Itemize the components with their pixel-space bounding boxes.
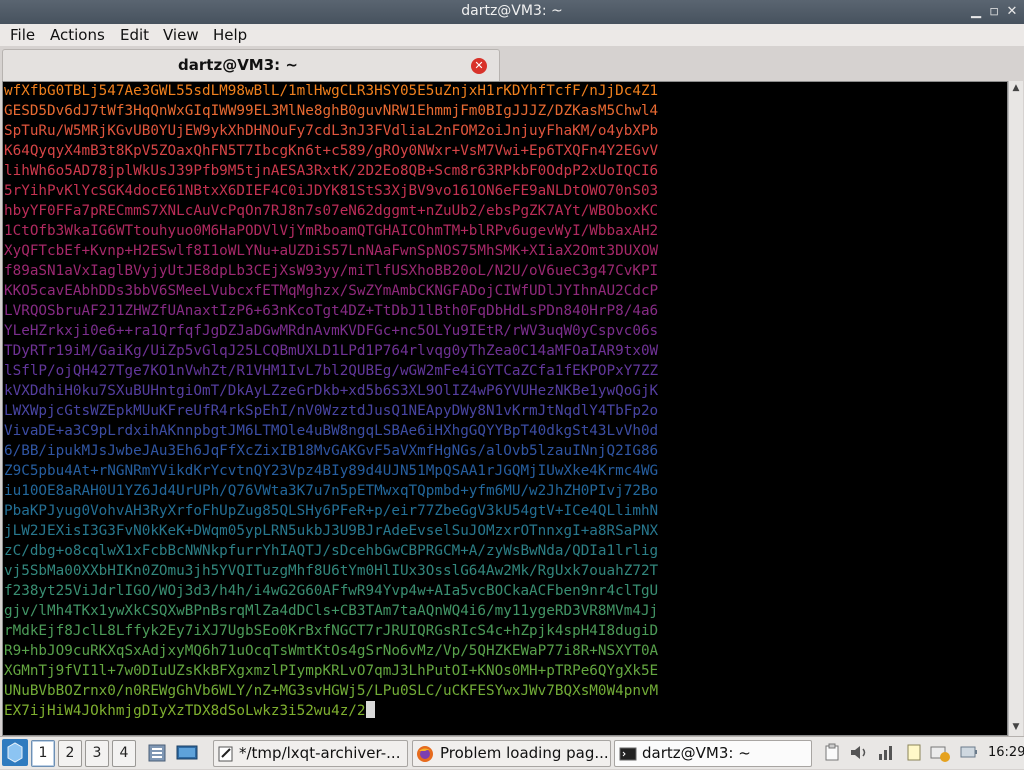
menu-actions[interactable]: Actions — [50, 26, 105, 44]
terminal-line: lSflP/ojQH427Tge7KO1nVwhZt/R1VHM1IvL7bl2… — [4, 363, 659, 379]
terminal-line: UNuBVbBOZrnx0/n0REWgGhVb6WLY/nZ+MG3svHGW… — [4, 683, 659, 699]
terminal-line: EX7ijHiW4JOkhmjgDIyXzTDX8dSoLwkz3i52wu4z… — [4, 701, 375, 721]
terminal-line: XyQFTcbEf+Kvnp+H2ESwlf8I1oWLYNu+aUZDiS57… — [4, 243, 659, 259]
terminal-line: vj5SbMa00XXbHIKn0ZOmu3jh5YVQITuzgMhf8U6t… — [4, 563, 659, 579]
terminal-line: K64QyqyX4mB3t8KpV5ZOaxQhFN5T7IbcgKn6t+c5… — [4, 143, 659, 159]
terminal-output[interactable]: wfXfbG0TBLj547Ae3GWL55sdLM98wBlL/1mlHwgC… — [2, 81, 1008, 736]
terminal-line: GESD5Dv6dJ7tWf3HqQnWxGIqIWW99EL3MlNe8ghB… — [4, 103, 659, 119]
desktop-2[interactable]: 2 — [58, 740, 82, 767]
terminal-line: 1CtOfb3WkaIG6WTtouhyuo0M6HaPODVlVjYmRboa… — [4, 223, 659, 239]
terminal-line: 5rYihPvKlYcSGK4docE61NBtxX6DIEF4C0iJDYK8… — [4, 183, 659, 199]
volume-icon[interactable] — [848, 740, 870, 765]
notes-icon[interactable] — [904, 740, 924, 765]
menu-view[interactable]: View — [163, 26, 199, 44]
app-menu-icon[interactable] — [2, 739, 28, 766]
terminal-line: YLeHZrkxji0e6++ra1QrfqfJgDZJaDGwMRdnAvmK… — [4, 323, 659, 339]
desktop-1[interactable]: 1 — [31, 740, 55, 767]
tab-terminal[interactable]: dartz@VM3: ~ ✕ — [2, 49, 500, 81]
file-manager-icon[interactable] — [146, 740, 168, 765]
terminal-line: LWXWpjcGtsWZEpkMUuKFreUfR4rkSpEhI/nV0Wzz… — [4, 403, 659, 419]
terminal-line: PbaKPJyug0VohvAH3RyXrfoFhUpZug85QLSHy6PF… — [4, 503, 659, 519]
update-icon[interactable] — [928, 740, 952, 765]
clipboard-icon[interactable] — [822, 740, 842, 765]
text-editor-icon — [218, 746, 233, 762]
desktop-3[interactable]: 3 — [85, 740, 109, 767]
terminal-line: XGMnTj9fVI1l+7w0DIuUZsKkBFXgxmzlPIympKRL… — [4, 663, 659, 679]
power-icon[interactable] — [958, 740, 980, 765]
terminal-scrollbar[interactable]: ▲ ▼ — [1008, 81, 1023, 736]
menu-bar: File Actions Edit View Help — [0, 24, 1024, 46]
terminal-cursor — [365, 701, 375, 718]
terminal-line: iu10OE8aRAH0U1YZ6Jd4UrUPh/Q76VWta3K7u7n5… — [4, 483, 659, 499]
terminal-line: f89aSN1aVxIaglBVyjyUtJE8dpLb3CEjXsW93yy/… — [4, 263, 659, 279]
tab-bar: dartz@VM3: ~ ✕ — [0, 46, 1024, 81]
terminal-line: TDyRTr19iM/GaiKg/UiZp5vGlqJ25LCQBmUXLD1L… — [4, 343, 659, 359]
show-desktop-icon[interactable] — [175, 740, 199, 765]
desktop-4[interactable]: 4 — [112, 740, 136, 767]
terminal-line: lihWh6o5AD78jplWkUsJ39Pfb9M5tjnAESA3RxtK… — [4, 163, 659, 179]
task-text-editor[interactable]: */tmp/lxqt-archiver-... — [213, 740, 408, 767]
minimize-icon[interactable]: ▁ — [966, 3, 986, 21]
window-title-bar[interactable]: dartz@VM3: ~ ▁ ◽ ✕ — [0, 0, 1024, 24]
task-label: dartz@VM3: ~ — [642, 744, 751, 762]
clock: 16:29 — [988, 745, 1024, 760]
terminal-line: 6/BB/ipukMJsJwbeJAu3Eh6JqFfXcZixIB18MvGA… — [4, 443, 659, 459]
task-label: */tmp/lxqt-archiver-... — [239, 744, 401, 762]
terminal-line: R9+hbJO9cuRKXqSxAdjxyMQ6h71uOcqTsWmtKtOs… — [4, 643, 659, 659]
terminal-line: kVXDdhiH0ku7SXuBUHntgiOmT/DkAyLZzeGrDkb+… — [4, 383, 659, 399]
menu-file[interactable]: File — [10, 26, 35, 44]
terminal-line: gjv/lMh4TKx1ywXkCSQXwBPnBsrqMlZa4dDCls+C… — [4, 603, 659, 619]
terminal-line: LVRQOSbruAF2J1ZHWZfUAnaxtIzP6+63nKcoTgt4… — [4, 303, 659, 319]
scroll-down-icon[interactable]: ▼ — [1010, 721, 1022, 733]
terminal-line: f238yt25ViJdrlIGO/WOj3d3/h4h/i4wG2G60AFf… — [4, 583, 659, 599]
taskbar: 1 2 3 4 */tmp/lxqt-archiver-... Problem … — [0, 736, 1024, 769]
terminal-line: Z9C5pbu4At+rNGNRmYVikdKrYcvtnQY23Vpz4BIy… — [4, 463, 659, 479]
menu-help[interactable]: Help — [213, 26, 247, 44]
task-firefox[interactable]: Problem loading pag... — [412, 740, 611, 767]
terminal-line: wfXfbG0TBLj547Ae3GWL55sdLM98wBlL/1mlHwgC… — [4, 83, 659, 99]
terminal-line: hbyYF0FFa7pRECmmS7XNLcAuVcPqOn7RJ8n7s07e… — [4, 203, 659, 219]
terminal-line: zC/dbg+o8cqlwX1xFcbBcNWNkpfurrYhIAQTJ/sD… — [4, 543, 659, 559]
task-terminal[interactable]: dartz@VM3: ~ — [614, 740, 812, 767]
task-label: Problem loading pag... — [440, 744, 609, 762]
network-icon[interactable] — [876, 740, 896, 765]
terminal-line: jLW2JEXisI3G3FvN0kKeK+DWqm05ypLRN5ukbJ3U… — [4, 523, 659, 539]
terminal-line: rMdkEjf8JclL8Lffyk2Ey7iXJ7UgbSEo0KrBxfNG… — [4, 623, 659, 639]
menu-edit[interactable]: Edit — [120, 26, 149, 44]
scroll-up-icon[interactable]: ▲ — [1010, 82, 1022, 94]
close-window-icon[interactable]: ✕ — [1002, 3, 1022, 21]
window-title: dartz@VM3: ~ — [461, 3, 563, 19]
terminal-icon — [619, 747, 637, 761]
tab-label: dartz@VM3: ~ — [178, 56, 298, 74]
close-icon[interactable]: ✕ — [471, 58, 487, 74]
maximize-icon[interactable]: ◽ — [984, 3, 1004, 21]
terminal-line: KKO5cavEAbhDDs3bbV6SMeeLVubcxfETMqMghzx/… — [4, 283, 659, 299]
terminal-line: SpTuRu/W5MRjKGvUB0YUjEW9ykXhDHNOuFy7cdL3… — [4, 123, 659, 139]
firefox-icon — [417, 746, 433, 762]
terminal-line: VivaDE+a3C9pLrdxihAKnnpbgtJM6LTMOle4uBW8… — [4, 423, 659, 439]
